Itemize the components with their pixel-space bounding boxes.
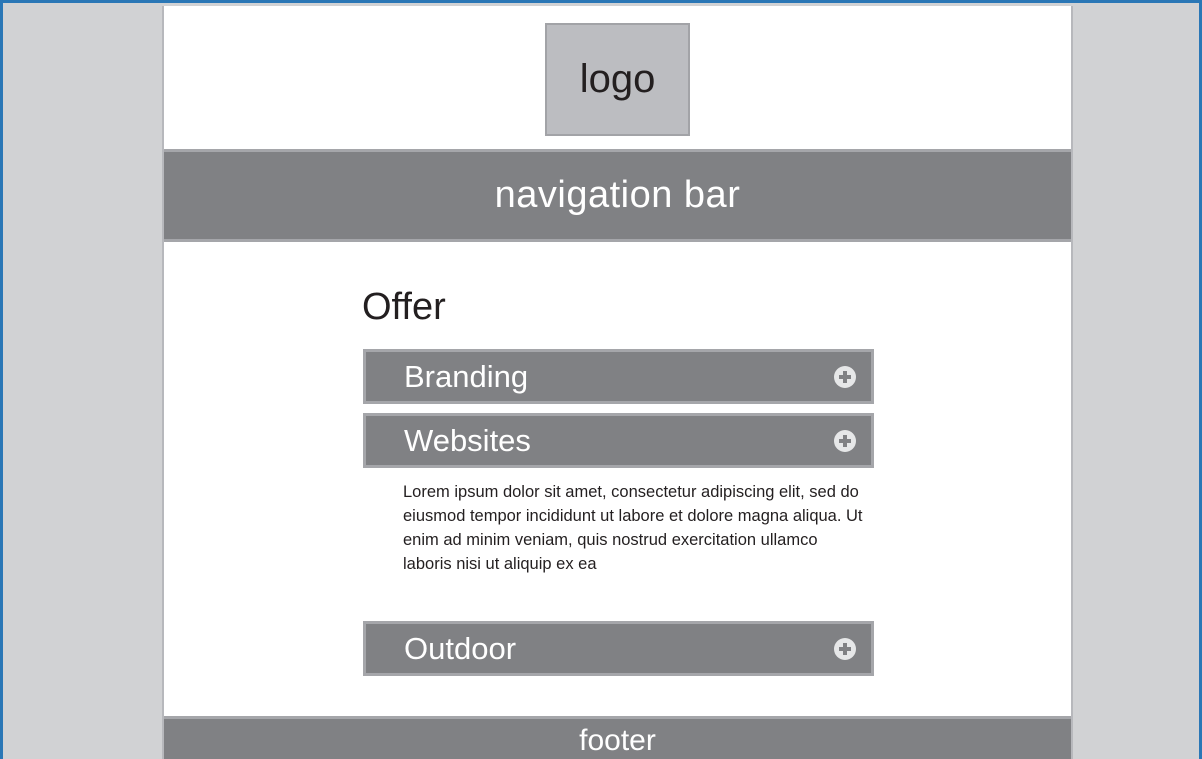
page-title: Offer [362,286,446,328]
accordion-item-label: Outdoor [404,630,517,666]
logo[interactable]: logo [545,23,690,136]
accordion-item-branding[interactable]: Branding [363,349,874,404]
accordion-item-label: Websites [404,422,531,458]
plus-circle-icon[interactable] [834,365,856,388]
page-container: logo navigation bar Offer Branding Websi… [162,6,1073,759]
logo-label: logo [579,57,656,101]
plus-circle-icon[interactable] [834,429,856,452]
footer: footer [164,716,1071,759]
accordion-item-label: Branding [404,358,529,394]
accordion-content-websites: Lorem ipsum dolor sit amet, consectetur … [403,483,863,573]
footer-label: footer [579,724,656,757]
accordion-item-outdoor[interactable]: Outdoor [363,621,874,676]
plus-circle-icon[interactable] [834,637,856,660]
window-frame: logo navigation bar Offer Branding Websi… [0,0,1202,759]
navigation-bar[interactable]: navigation bar [164,149,1071,242]
navigation-bar-label: navigation bar [494,174,741,216]
accordion-item-websites[interactable]: Websites [363,413,874,468]
